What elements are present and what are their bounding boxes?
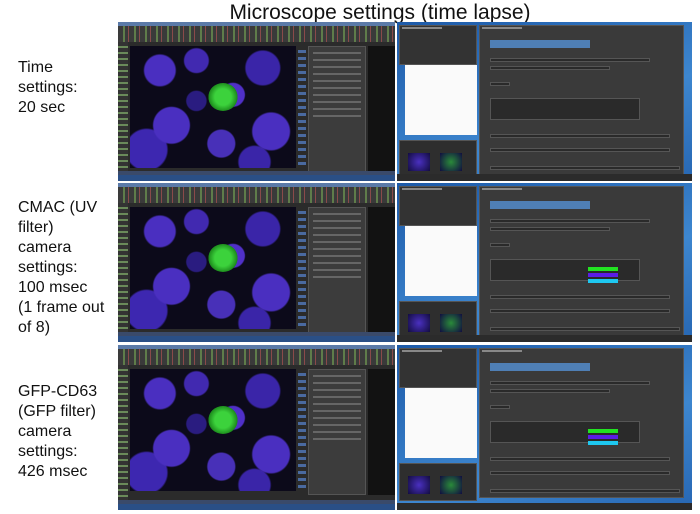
taskbar[interactable]: [397, 335, 692, 342]
channel-color-bar: [588, 441, 618, 445]
fluorescence-image: [130, 369, 296, 491]
nd-acquisition-window[interactable]: [479, 348, 684, 498]
fluorescence-image: [130, 207, 296, 329]
empty-workspace: [368, 369, 395, 495]
taskbar[interactable]: [397, 174, 692, 181]
channel-color-bar: [588, 267, 618, 271]
image-tools-column[interactable]: [298, 46, 306, 168]
taskbar[interactable]: [118, 336, 395, 342]
nd-acquisition-window[interactable]: [479, 186, 684, 336]
file-explorer[interactable]: [405, 388, 477, 458]
thumbnail[interactable]: [440, 476, 462, 494]
acquisition-settings-screenshot: [397, 22, 692, 181]
gfp-cell: [208, 82, 239, 111]
camera-settings-panel[interactable]: [308, 46, 366, 172]
file-explorer[interactable]: [405, 65, 477, 135]
acquisition-settings-screenshot: [397, 345, 692, 510]
camera-settings-panel[interactable]: [308, 369, 366, 495]
thumbnail[interactable]: [440, 153, 462, 171]
gfp-cell: [208, 243, 239, 272]
screenshot-row: [118, 183, 692, 342]
acquisition-settings-screenshot: [397, 183, 692, 342]
thumbnail-panel[interactable]: [399, 140, 477, 178]
camera-settings-panel[interactable]: [308, 207, 366, 333]
screenshot-row: [118, 22, 692, 181]
imaging-software-screenshot: [118, 183, 395, 342]
channel-color-bar: [588, 279, 618, 283]
settings-dialog[interactable]: [399, 25, 477, 65]
row-label: Time settings: 20 sec: [18, 59, 78, 116]
imaging-software-screenshot: [118, 345, 395, 510]
image-tools-column[interactable]: [298, 369, 306, 491]
toolbar[interactable]: [118, 187, 395, 203]
channel-color-bar: [588, 429, 618, 433]
tab-strip[interactable]: [490, 40, 590, 48]
empty-workspace: [368, 207, 395, 333]
taskbar[interactable]: [118, 504, 395, 510]
settings-dialog[interactable]: [399, 348, 477, 388]
tab-strip[interactable]: [490, 363, 590, 371]
channel-color-bar: [588, 435, 618, 439]
nd-acquisition-window[interactable]: [479, 25, 684, 175]
taskbar[interactable]: [118, 175, 395, 181]
thumbnail[interactable]: [408, 314, 430, 332]
row-label: GFP-CD63 (GFP filter) camera settings: 4…: [18, 383, 98, 480]
empty-workspace: [368, 46, 395, 172]
channel-color-bar: [588, 273, 618, 277]
gfp-cell: [208, 405, 239, 434]
taskbar[interactable]: [397, 503, 692, 510]
thumbnail-panel[interactable]: [399, 301, 477, 339]
tab-strip[interactable]: [490, 201, 590, 209]
toolbar[interactable]: [118, 26, 395, 42]
thumbnail[interactable]: [408, 476, 430, 494]
toolbar[interactable]: [118, 349, 395, 365]
imaging-software-screenshot: [118, 22, 395, 181]
row-label: CMAC (UV filter) camera settings: 100 ms…: [18, 199, 105, 336]
left-toolbar[interactable]: [118, 42, 128, 173]
thumbnail[interactable]: [408, 153, 430, 171]
screenshot-row: [118, 345, 692, 510]
left-toolbar[interactable]: [118, 203, 128, 334]
fluorescence-image: [130, 46, 296, 168]
image-tools-column[interactable]: [298, 207, 306, 329]
left-toolbar[interactable]: [118, 365, 128, 502]
file-explorer[interactable]: [405, 226, 477, 296]
thumbnail[interactable]: [440, 314, 462, 332]
thumbnail-panel[interactable]: [399, 463, 477, 501]
settings-dialog[interactable]: [399, 186, 477, 226]
